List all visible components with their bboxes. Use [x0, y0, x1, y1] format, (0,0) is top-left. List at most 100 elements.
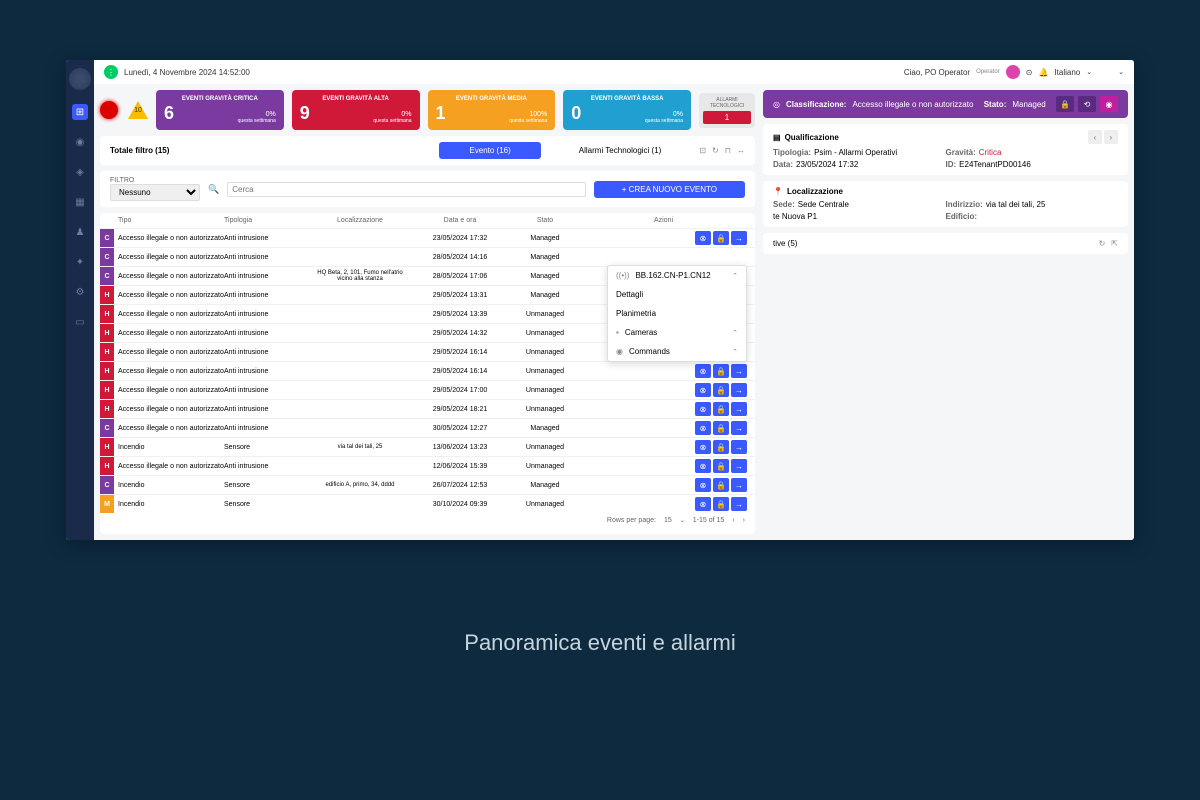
action-wifi-icon[interactable]: ⊗	[695, 440, 711, 454]
table-row[interactable]: HAccesso illegale o non autorizzatoAnti …	[100, 361, 755, 380]
tool-icon-3[interactable]: ⊓	[725, 146, 731, 155]
link-button[interactable]: ⟲	[1078, 96, 1096, 112]
alarm-dot-icon	[100, 101, 118, 119]
action-arrow-icon[interactable]: →	[731, 364, 747, 378]
action-wifi-icon[interactable]: ⊗	[695, 364, 711, 378]
severity-badge: H	[100, 438, 114, 456]
severity-badge: H	[100, 343, 114, 361]
lang-select[interactable]: Italiano	[1054, 68, 1080, 77]
table-row[interactable]: HAccesso illegale o non autorizzatoAnti …	[100, 456, 755, 475]
datetime: Lunedì, 4 Novembre 2024 14:52:00	[124, 68, 250, 77]
action-wifi-icon[interactable]: ⊗	[695, 497, 711, 511]
action-lock-icon[interactable]: 🔒	[713, 364, 729, 378]
action-wifi-icon[interactable]: ⊗	[695, 421, 711, 435]
table-row[interactable]: HAccesso illegale o non autorizzatoAnti …	[100, 399, 755, 418]
action-lock-icon[interactable]: 🔒	[713, 459, 729, 473]
nav-dashboard[interactable]: ⊞	[72, 104, 88, 120]
action-arrow-icon[interactable]: →	[731, 402, 747, 416]
expand-icon[interactable]: ⌄	[1118, 68, 1124, 76]
bell-icon[interactable]: 🔔	[1038, 68, 1048, 77]
lock-button[interactable]: 🔒	[1056, 96, 1074, 112]
action-lock-icon[interactable]: 🔒	[713, 383, 729, 397]
action-lock-icon[interactable]: 🔒	[713, 421, 729, 435]
refresh-icon[interactable]: ↻	[712, 146, 719, 155]
detail-header: ◎ Classificazione: Accesso illegale o no…	[763, 90, 1128, 118]
table-row[interactable]: CAccesso illegale o non autorizzatoAnti …	[100, 228, 755, 247]
rows-per-page[interactable]: 15	[664, 517, 672, 524]
action-lock-icon[interactable]: 🔒	[713, 231, 729, 245]
nav-item-3[interactable]: ◈	[72, 164, 88, 180]
caption: Panoramica eventi e allarmi	[464, 630, 735, 656]
stat-card[interactable]: EVENTI GRAVITÀ ALTA90%questa settimana	[292, 90, 420, 130]
table-row[interactable]: HAccesso illegale o non autorizzatoAnti …	[100, 380, 755, 399]
action-wifi-icon[interactable]: ⊗	[695, 383, 711, 397]
severity-badge: H	[100, 457, 114, 475]
tab-allarmi-tech[interactable]: Allarmi Technologici (1)	[549, 142, 692, 159]
action-lock-icon[interactable]: 🔒	[713, 402, 729, 416]
table-row[interactable]: MIncendioSensore30/10/2024 09:39Unmanage…	[100, 494, 755, 513]
severity-badge: C	[100, 267, 114, 285]
reload-icon[interactable]: ↻	[1099, 239, 1106, 248]
nav-item-8[interactable]: ▭	[72, 314, 88, 330]
action-arrow-icon[interactable]: →	[731, 383, 747, 397]
page-prev[interactable]: ‹	[732, 517, 734, 524]
nav-item-6[interactable]: ✦	[72, 254, 88, 270]
popup-device[interactable]: ((•))BB.162.CN-P1.CN12⌃	[608, 266, 746, 285]
greeting: Ciao, PO Operator	[904, 68, 970, 77]
nav-item-4[interactable]: ▦	[72, 194, 88, 210]
popup-dettagli[interactable]: Dettagli	[608, 285, 746, 304]
pin-icon: 📍	[773, 187, 783, 196]
stat-card[interactable]: EVENTI GRAVITÀ CRITICA60%questa settiman…	[156, 90, 284, 130]
tech-alarm-card[interactable]: ALLARMI TECNOLOGICI 1	[699, 93, 755, 128]
action-wifi-icon[interactable]: ⊗	[695, 459, 711, 473]
row-context-menu: ((•))BB.162.CN-P1.CN12⌃ Dettagli Planime…	[607, 265, 747, 362]
action-wifi-icon[interactable]: ⊗	[695, 231, 711, 245]
action-lock-icon[interactable]: 🔒	[713, 478, 729, 492]
table-row[interactable]: CIncendioSensoreedificio A, primo, 34, d…	[100, 475, 755, 494]
create-event-button[interactable]: + CREA NUOVO EVENTO	[594, 181, 745, 198]
col-azioni: Azioni	[580, 217, 755, 224]
events-table: Tipo Tipologia Localizzazione Data e ora…	[100, 213, 755, 534]
stat-card[interactable]: EVENTI GRAVITÀ BASSA00%questa settimana	[563, 90, 691, 130]
action-arrow-icon[interactable]: →	[731, 231, 747, 245]
tab-bar: Totale filtro (15) Evento (16) Allarmi T…	[100, 136, 755, 165]
avatar[interactable]	[1006, 65, 1020, 79]
page-next[interactable]: ›	[743, 517, 745, 524]
severity-badge: H	[100, 305, 114, 323]
left-pane: 10 EVENTI GRAVITÀ CRITICA60%questa setti…	[100, 90, 755, 534]
prev-icon[interactable]: ‹	[1088, 130, 1102, 144]
action-lock-icon[interactable]: 🔒	[713, 440, 729, 454]
tool-icon-1[interactable]: ⊡	[699, 146, 706, 155]
search-input[interactable]	[227, 182, 586, 197]
action-arrow-icon[interactable]: →	[731, 459, 747, 473]
action-arrow-icon[interactable]: →	[731, 478, 747, 492]
table-row[interactable]: HIncendioSensorevia tal dei tali, 2513/0…	[100, 437, 755, 456]
nav-item-7[interactable]: ⚙	[72, 284, 88, 300]
location-icon[interactable]: ⊙	[1026, 68, 1033, 77]
tool-icon-4[interactable]: ↔	[737, 146, 745, 155]
popup-commands[interactable]: ◉Commands⌃	[608, 342, 746, 361]
action-wifi-icon[interactable]: ⊗	[695, 478, 711, 492]
stat-card[interactable]: EVENTI GRAVITÀ MEDIA1100%questa settiman…	[428, 90, 556, 130]
next-icon[interactable]: ›	[1104, 130, 1118, 144]
nav-item-2[interactable]: ◉	[72, 134, 88, 150]
action-lock-icon[interactable]: 🔒	[713, 497, 729, 511]
pager: Rows per page: 15⌄ 1-15 of 15 ‹ ›	[100, 513, 755, 528]
filter-select[interactable]: Nessuno	[110, 184, 200, 201]
action-arrow-icon[interactable]: →	[731, 497, 747, 511]
nav-item-5[interactable]: ♟	[72, 224, 88, 240]
action-arrow-icon[interactable]: →	[731, 440, 747, 454]
chevron-down-icon[interactable]: ⌄	[1086, 68, 1092, 76]
table-row[interactable]: CAccesso illegale o non autorizzatoAnti …	[100, 247, 755, 266]
table-row[interactable]: CAccesso illegale o non autorizzatoAnti …	[100, 418, 755, 437]
expand-icon[interactable]: ⇱	[1111, 239, 1118, 248]
action-arrow-icon[interactable]: →	[731, 421, 747, 435]
popup-planimetria[interactable]: Planimetria	[608, 304, 746, 323]
total-filter: Totale filtro (15)	[110, 146, 169, 155]
popup-cameras[interactable]: ▪Cameras⌃	[608, 323, 746, 342]
action-wifi-icon[interactable]: ⊗	[695, 402, 711, 416]
alarm-triangle-icon: 10	[128, 101, 148, 119]
tab-evento[interactable]: Evento (16)	[439, 142, 540, 159]
close-detail-button[interactable]: ◉	[1100, 96, 1118, 112]
col-tipologia: Tipologia	[224, 217, 310, 224]
